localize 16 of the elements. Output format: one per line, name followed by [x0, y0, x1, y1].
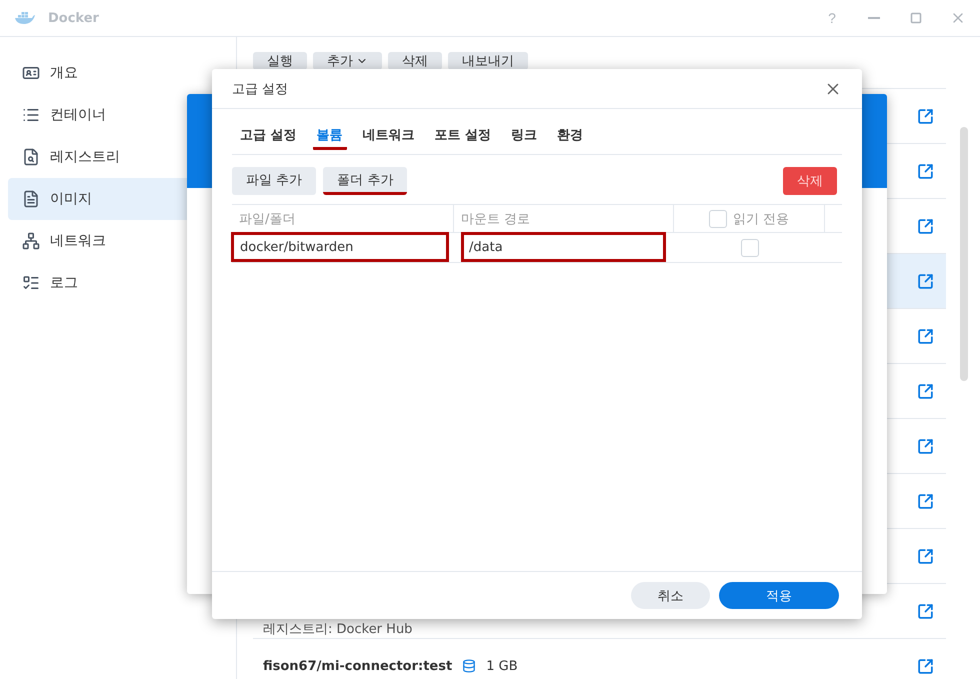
sidebar-label: 개요 — [50, 64, 78, 82]
column-header: 마운트 경로 — [454, 205, 674, 232]
sidebar-label: 네트워크 — [50, 232, 106, 250]
image-name: fison67/mi-connector:test — [263, 658, 452, 674]
column-header: 파일/폴더 — [232, 205, 454, 232]
sidebar-label: 로그 — [50, 274, 78, 292]
app-title: Docker — [48, 10, 100, 26]
sidebar-label: 컨테이너 — [50, 106, 106, 124]
sidebar-label: 이미지 — [50, 190, 92, 208]
sidebar-label: 레지스트리 — [50, 148, 120, 166]
table-cell: /data — [469, 240, 503, 255]
dialog-title: 고급 설정 — [232, 80, 288, 98]
image-registry: 레지스트리: Docker Hub — [263, 621, 414, 638]
image-size: 1 GB — [486, 658, 518, 674]
column-header: 읽기 전용 — [732, 210, 790, 228]
table-cell: docker/bitwarden — [240, 240, 354, 255]
